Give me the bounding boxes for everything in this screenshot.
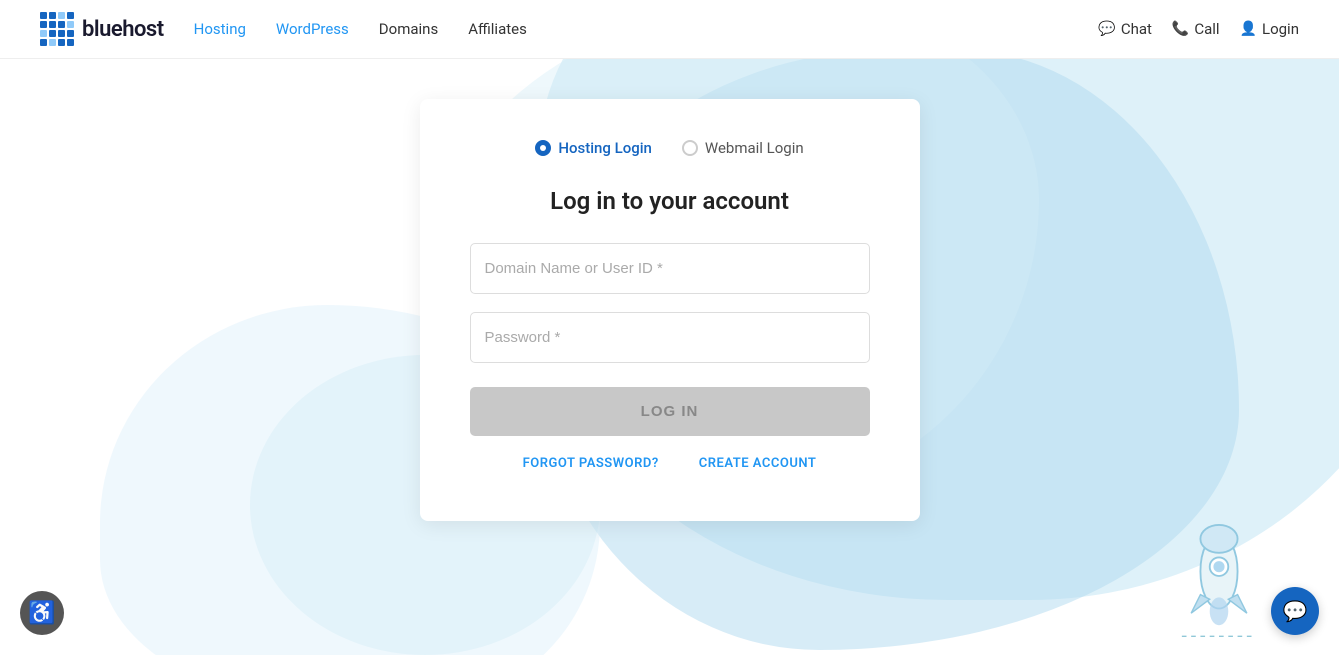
password-input[interactable] — [470, 312, 870, 363]
nav-affiliates[interactable]: Affiliates — [468, 20, 527, 38]
navigation: bluehost Hosting WordPress Domains Affil… — [0, 0, 1339, 59]
chat-nav-label: Chat — [1121, 20, 1152, 38]
logo-grid — [40, 12, 74, 46]
chat-button[interactable]: 💬 — [1271, 587, 1319, 635]
call-nav-icon: 📞 — [1172, 21, 1189, 37]
chat-nav-icon: 💬 — [1098, 21, 1115, 37]
main-content: Hosting Login Webmail Login Log in to yo… — [0, 59, 1339, 521]
webmail-login-radio[interactable] — [682, 140, 698, 156]
login-nav-label: Login — [1262, 20, 1299, 38]
webmail-login-tab[interactable]: Webmail Login — [682, 139, 804, 157]
login-footer: FORGOT PASSWORD? CREATE ACCOUNT — [470, 456, 870, 471]
hosting-login-tab[interactable]: Hosting Login — [535, 139, 652, 157]
nav-actions: 💬 Chat 📞 Call 👤 Login — [1098, 20, 1299, 38]
call-nav-link[interactable]: 📞 Call — [1172, 20, 1220, 38]
forgot-password-link[interactable]: FORGOT PASSWORD? — [523, 456, 659, 471]
domain-field-group — [470, 243, 870, 294]
login-button[interactable]: LOG IN — [470, 387, 870, 436]
hosting-login-label: Hosting Login — [558, 139, 652, 157]
logo[interactable]: bluehost — [40, 12, 164, 46]
user-nav-icon: 👤 — [1240, 21, 1257, 37]
password-field-group — [470, 312, 870, 363]
rocket-illustration — [1159, 511, 1279, 645]
nav-links: Hosting WordPress Domains Affiliates — [194, 20, 1099, 38]
call-nav-label: Call — [1194, 20, 1219, 38]
login-nav-link[interactable]: 👤 Login — [1240, 20, 1299, 38]
accessibility-button[interactable]: ♿ — [20, 591, 64, 635]
chat-nav-link[interactable]: 💬 Chat — [1098, 20, 1152, 38]
brand-name: bluehost — [82, 17, 164, 42]
accessibility-icon: ♿ — [28, 600, 55, 626]
login-tabs: Hosting Login Webmail Login — [470, 139, 870, 157]
nav-hosting[interactable]: Hosting — [194, 20, 246, 38]
create-account-link[interactable]: CREATE ACCOUNT — [699, 456, 817, 471]
nav-domains[interactable]: Domains — [379, 20, 438, 38]
login-title: Log in to your account — [470, 187, 870, 215]
chat-bubble-icon: 💬 — [1283, 599, 1308, 624]
webmail-login-label: Webmail Login — [705, 139, 804, 157]
login-form: LOG IN — [470, 243, 870, 436]
domain-input[interactable] — [470, 243, 870, 294]
nav-wordpress[interactable]: WordPress — [276, 20, 349, 38]
hosting-login-radio[interactable] — [535, 140, 551, 156]
login-card: Hosting Login Webmail Login Log in to yo… — [420, 99, 920, 521]
